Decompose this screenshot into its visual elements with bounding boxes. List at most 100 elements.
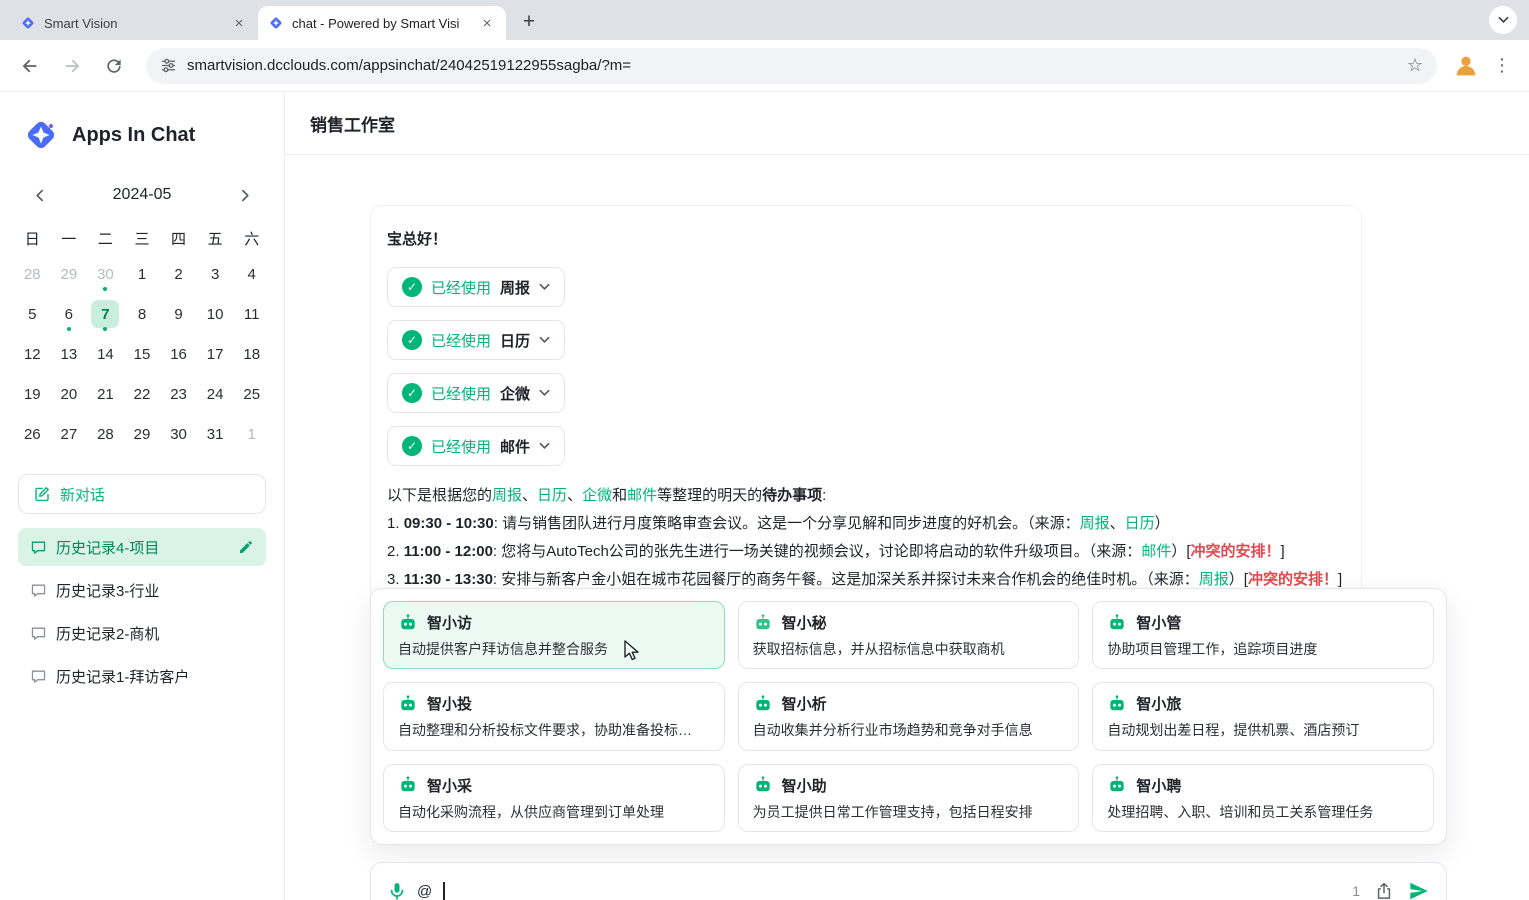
edit-pencil-icon[interactable] <box>238 539 254 555</box>
chat-input-bar[interactable]: @ 1 <box>370 862 1447 900</box>
new-chat-button[interactable]: 新对话 <box>18 474 266 514</box>
calendar-day[interactable]: 14 <box>87 334 124 374</box>
upload-icon[interactable] <box>1374 881 1394 900</box>
profile-avatar[interactable] <box>1451 51 1481 81</box>
browser-menu-button[interactable]: ⋮ <box>1487 48 1517 84</box>
agent-desc: 自动提供客户拜访信息并整合服务 <box>398 639 710 659</box>
calendar-day[interactable]: 31 <box>197 414 234 454</box>
calendar-day[interactable]: 17 <box>197 334 234 374</box>
new-tab-button[interactable]: + <box>514 7 544 37</box>
weekday-label: 六 <box>233 222 270 254</box>
forward-button[interactable] <box>54 48 90 84</box>
bookmark-star-icon[interactable]: ☆ <box>1407 55 1423 76</box>
calendar-day[interactable]: 12 <box>14 334 51 374</box>
calendar-day[interactable]: 1 <box>233 414 270 454</box>
calendar-day[interactable]: 9 <box>160 294 197 334</box>
calendar-day[interactable]: 30 <box>160 414 197 454</box>
calendar-day[interactable]: 2 <box>160 254 197 294</box>
calendar-day-number: 29 <box>128 420 156 448</box>
calendar-day[interactable]: 10 <box>197 294 234 334</box>
intro-text: : <box>822 487 826 504</box>
chevron-down-icon <box>539 442 550 450</box>
calendar-day[interactable]: 19 <box>14 374 51 414</box>
history-item-project[interactable]: 历史记录4-项目 <box>18 528 266 566</box>
agent-card-visit[interactable]: 智小访 自动提供客户拜访信息并整合服务 <box>383 601 725 669</box>
send-icon[interactable] <box>1408 880 1430 900</box>
calendar-day[interactable]: 4 <box>233 254 270 294</box>
tab-search-button[interactable] <box>1489 6 1517 34</box>
calendar-day[interactable]: 8 <box>124 294 161 334</box>
history-item-visit[interactable]: 历史记录1-拜访客户 <box>18 657 266 695</box>
calendar-day[interactable]: 28 <box>87 414 124 454</box>
calendar-day[interactable]: 29 <box>124 414 161 454</box>
history-item-label: 历史记录2-商机 <box>56 623 159 644</box>
tab-chat[interactable]: chat - Powered by Smart Visi × <box>258 6 506 40</box>
calendar-day[interactable]: 7 <box>87 294 124 334</box>
source-link[interactable]: 周报 <box>1080 515 1110 532</box>
url-bar[interactable]: smartvision.dcclouds.com/appsinchat/2404… <box>146 48 1437 84</box>
agent-name: 智小聘 <box>1136 775 1181 796</box>
history-item-industry[interactable]: 历史记录3-行业 <box>18 571 266 609</box>
calendar-day[interactable]: 6 <box>51 294 88 334</box>
microphone-icon[interactable] <box>387 881 407 900</box>
tab-close-icon[interactable]: × <box>478 14 496 32</box>
calendar-day[interactable]: 1 <box>124 254 161 294</box>
calendar-day[interactable]: 24 <box>197 374 234 414</box>
calendar-day[interactable]: 3 <box>197 254 234 294</box>
source-link[interactable]: 邮件 <box>627 487 657 504</box>
back-button[interactable] <box>12 48 48 84</box>
history-item-label: 历史记录4-项目 <box>56 537 159 558</box>
history-item-opportunity[interactable]: 历史记录2-商机 <box>18 614 266 652</box>
calendar-next-button[interactable] <box>232 182 258 208</box>
calendar-day[interactable]: 15 <box>124 334 161 374</box>
site-info-icon[interactable] <box>160 57 177 74</box>
calendar-day-number: 20 <box>55 380 83 408</box>
agent-card-travel[interactable]: 智小旅 自动规划出差日程，提供机票、酒店预订 <box>1092 682 1434 750</box>
agent-card-procurement[interactable]: 智小采 自动化采购流程，从供应商管理到订单处理 <box>383 764 725 832</box>
agent-desc: 处理招聘、入职、培训和员工关系管理任务 <box>1107 802 1419 822</box>
agent-card-bidding[interactable]: 智小投 自动整理和分析投标文件要求，协助准备投标… <box>383 682 725 750</box>
tab-close-icon[interactable]: × <box>230 14 248 32</box>
source-link[interactable]: 邮件 <box>1141 543 1171 560</box>
agent-card-manager[interactable]: 智小管 协助项目管理工作，追踪项目进度 <box>1092 601 1434 669</box>
calendar-day[interactable]: 16 <box>160 334 197 374</box>
source-link[interactable]: 企微 <box>582 487 612 504</box>
calendar-day[interactable]: 22 <box>124 374 161 414</box>
tab-smart-vision[interactable]: Smart Vision × <box>10 6 258 40</box>
agent-card-assistant[interactable]: 智小助 为员工提供日常工作管理支持，包括日程安排 <box>738 764 1080 832</box>
calendar-prev-button[interactable] <box>26 182 52 208</box>
calendar-day[interactable]: 21 <box>87 374 124 414</box>
calendar-day[interactable]: 18 <box>233 334 270 374</box>
agent-card-secretary[interactable]: 智小秘 获取招标信息，并从招标信息中获取商机 <box>738 601 1080 669</box>
calendar-day[interactable]: 28 <box>14 254 51 294</box>
calendar-day[interactable]: 20 <box>51 374 88 414</box>
calendar-day[interactable]: 30 <box>87 254 124 294</box>
agent-card-analysis[interactable]: 智小析 自动收集并分析行业市场趋势和竞争对手信息 <box>738 682 1080 750</box>
source-link[interactable]: 日历 <box>537 487 567 504</box>
history-item-label: 历史记录3-行业 <box>56 580 159 601</box>
calendar-day[interactable]: 5 <box>14 294 51 334</box>
message-input[interactable]: @ <box>417 883 432 900</box>
calendar-day[interactable]: 25 <box>233 374 270 414</box>
agent-desc: 协助项目管理工作，追踪项目进度 <box>1107 639 1419 659</box>
calendar-day[interactable]: 13 <box>51 334 88 374</box>
used-app-pill-calendar[interactable]: ✓ 已经使用 日历 <box>387 320 565 360</box>
agent-card-recruiting[interactable]: 智小聘 处理招聘、入职、培训和员工关系管理任务 <box>1092 764 1434 832</box>
source-link[interactable]: 周报 <box>1199 571 1229 588</box>
calendar-day[interactable]: 27 <box>51 414 88 454</box>
calendar-day[interactable]: 11 <box>233 294 270 334</box>
used-app-pill-wecom[interactable]: ✓ 已经使用 企微 <box>387 373 565 413</box>
calendar-day[interactable]: 29 <box>51 254 88 294</box>
tab-favicon-sparkle-icon <box>268 15 284 31</box>
used-app-pill-weekly[interactable]: ✓ 已经使用 周报 <box>387 267 565 307</box>
calendar-day[interactable]: 23 <box>160 374 197 414</box>
used-app-pill-mail[interactable]: ✓ 已经使用 邮件 <box>387 426 565 466</box>
source-link[interactable]: 日历 <box>1125 515 1155 532</box>
calendar-day-number: 1 <box>128 260 156 288</box>
calendar-day[interactable]: 26 <box>14 414 51 454</box>
robot-icon <box>398 775 418 795</box>
reload-button[interactable] <box>96 48 132 84</box>
source-link[interactable]: 周报 <box>492 487 522 504</box>
reload-icon <box>104 56 124 76</box>
url-text[interactable]: smartvision.dcclouds.com/appsinchat/2404… <box>187 57 1397 74</box>
